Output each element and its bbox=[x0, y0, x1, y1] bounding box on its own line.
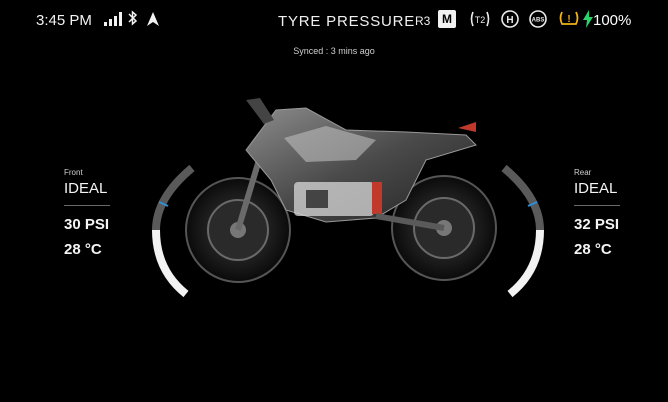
front-temperature: 28 °C bbox=[64, 241, 102, 258]
tyre-pressure-screen: 3:45 PM TYRE PRESSURE R3 M T2 H ABS ! 10… bbox=[0, 0, 668, 402]
signal-icon bbox=[104, 12, 122, 26]
tpms-icon: T2 bbox=[470, 11, 490, 27]
navigation-icon bbox=[147, 12, 159, 26]
front-status: IDEAL bbox=[64, 180, 108, 197]
rear-pressure: 32 PSI bbox=[574, 216, 620, 233]
battery-level: 100% bbox=[593, 12, 632, 29]
screen-title: TYRE PRESSURE bbox=[278, 13, 416, 30]
hold-icon: H bbox=[501, 10, 519, 28]
rear-temperature: 28 °C bbox=[574, 241, 612, 258]
abs-label: ABS bbox=[532, 18, 545, 24]
tyre-warning-icon: ! bbox=[559, 11, 579, 25]
rear-tyre-panel: Rear IDEAL 32 PSI 28 °C bbox=[574, 168, 664, 266]
status-bar: 3:45 PM TYRE PRESSURE R3 M T2 H ABS ! 10… bbox=[0, 0, 668, 40]
front-label: Front bbox=[64, 168, 83, 177]
hold-label: H bbox=[506, 15, 513, 26]
bluetooth-icon bbox=[128, 10, 138, 26]
motorcycle-image bbox=[185, 98, 497, 283]
clock: 3:45 PM bbox=[36, 12, 92, 29]
m-mode-icon: M bbox=[438, 10, 456, 28]
sync-status: Synced : 3 mins ago bbox=[293, 46, 375, 56]
rear-status: IDEAL bbox=[574, 180, 618, 197]
abs-icon: ABS bbox=[529, 10, 547, 28]
ride-mode-indicator: R3 bbox=[415, 14, 431, 28]
front-tyre-panel: Front IDEAL 30 PSI 28 °C bbox=[64, 168, 154, 266]
charging-bolt-icon bbox=[583, 10, 593, 28]
warning-label: ! bbox=[567, 14, 570, 25]
rear-label: Rear bbox=[574, 168, 592, 177]
front-divider bbox=[64, 205, 110, 206]
rear-divider bbox=[574, 205, 620, 206]
tpms-label: T2 bbox=[475, 15, 486, 25]
front-pressure: 30 PSI bbox=[64, 216, 110, 233]
